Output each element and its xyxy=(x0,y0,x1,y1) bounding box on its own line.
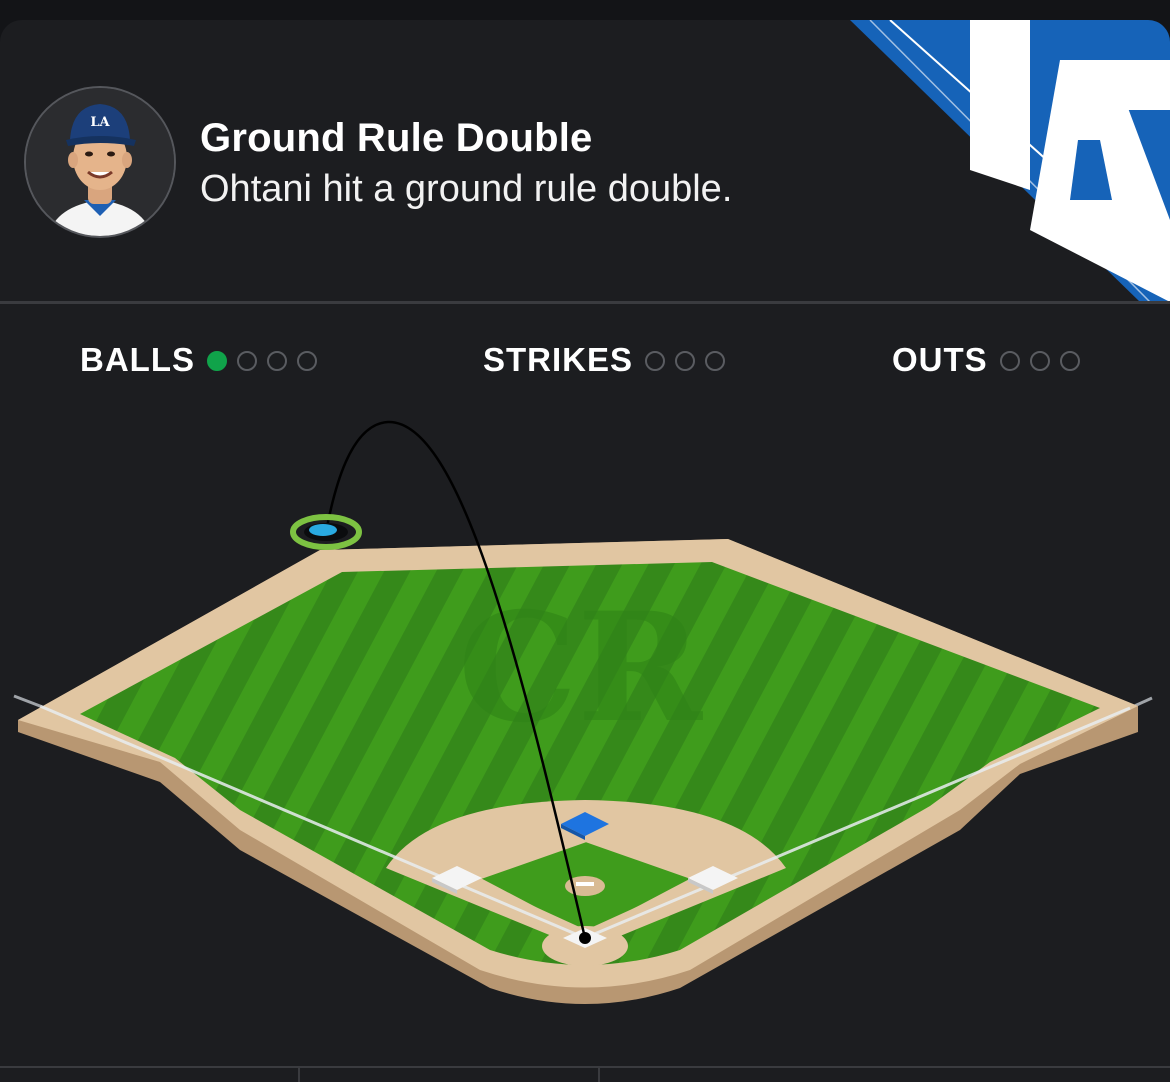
header-divider xyxy=(0,301,1170,304)
outs-dots xyxy=(999,341,1090,379)
outs-label: OUTS xyxy=(892,341,988,378)
play-description: Ohtani hit a ground rule double. xyxy=(200,168,733,210)
watermark-logo-icon: CR xyxy=(458,580,703,756)
team-logo-icon xyxy=(850,20,1170,302)
bottom-divider xyxy=(0,1066,1170,1068)
strikes-dots xyxy=(645,341,735,379)
play-title: Ground Rule Double xyxy=(200,116,593,160)
balls-count: BALLS xyxy=(80,338,327,382)
play-header: LA Ground Rule Double Ohtani hit a groun… xyxy=(0,20,1170,302)
count-dot-empty xyxy=(675,351,696,371)
player-avatar: LA xyxy=(24,86,176,238)
count-row: BALLS STRIKES OUTS xyxy=(0,338,1170,382)
count-dot-empty xyxy=(1029,351,1050,371)
bottom-tab-separator xyxy=(598,1068,600,1082)
strikes-count: STRIKES xyxy=(483,338,735,382)
pitchers-rubber xyxy=(576,882,594,886)
count-dot-filled xyxy=(207,351,227,371)
landing-spot-icon xyxy=(309,524,337,536)
strikes-label: STRIKES xyxy=(483,341,634,378)
count-dot-empty xyxy=(267,351,287,371)
count-dot-empty xyxy=(999,351,1020,371)
svg-text:LA: LA xyxy=(90,115,110,130)
count-dot-empty xyxy=(237,351,257,371)
count-dot-empty xyxy=(705,351,726,371)
balls-label: BALLS xyxy=(80,341,195,378)
left-foul-line-extension xyxy=(13,694,41,708)
baseball-field-diagram: CR xyxy=(13,420,1153,1004)
bottom-tab-separator xyxy=(298,1068,300,1082)
play-card: LA Ground Rule Double Ohtani hit a groun… xyxy=(0,20,1170,1082)
outs-count: OUTS xyxy=(892,338,1090,382)
player-headshot-icon: LA xyxy=(26,88,174,236)
count-dot-empty xyxy=(1059,351,1080,371)
count-dot-empty xyxy=(297,351,317,371)
balls-dots xyxy=(207,341,327,379)
count-dot-empty xyxy=(645,351,666,371)
contact-point xyxy=(579,932,591,944)
